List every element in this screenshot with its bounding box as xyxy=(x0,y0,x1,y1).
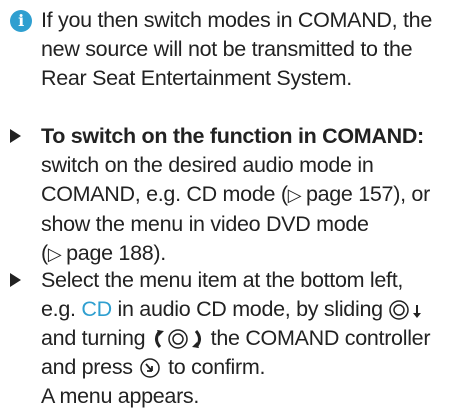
step2-line2b: in audio CD mode, by sliding xyxy=(111,297,383,321)
step2-line1: Select the menu item at the bottom left, xyxy=(41,268,404,292)
page-ref-157[interactable]: page 157 xyxy=(306,182,394,206)
step1-line1: switch on the desired audio mode in xyxy=(41,153,374,177)
step1-line4a: ( xyxy=(41,241,48,265)
step-switch-on-text: To switch on the function in COMAND: swi… xyxy=(41,122,455,269)
controller-press-icon xyxy=(140,358,161,379)
info-icon: i xyxy=(10,10,32,32)
step2-line2a: e.g. xyxy=(41,297,82,321)
step-arrow-icon xyxy=(10,129,21,143)
step-select-menu-text: Select the menu item at the bottom left,… xyxy=(41,266,455,411)
cd-menu-item: CD xyxy=(81,297,112,321)
step-select-menu: Select the menu item at the bottom left,… xyxy=(10,266,455,411)
step2-result: A menu appears. xyxy=(41,384,200,408)
step2-line4a: and press xyxy=(41,355,133,379)
page-ref-188[interactable]: page 188 xyxy=(66,241,154,265)
step1-line2b: ), or xyxy=(393,182,430,206)
page-ref-icon: ▷ xyxy=(287,185,306,205)
step1-line3: show the menu in video DVD mode xyxy=(41,212,369,236)
step2-line3b: the COMAND controller xyxy=(210,326,431,350)
info-note: i If you then switch modes in COMAND, th… xyxy=(10,6,455,93)
page-ref-icon: ▷ xyxy=(47,244,67,264)
step2-line4b: to confirm. xyxy=(168,355,266,379)
step-heading: To switch on the function in COMAND: xyxy=(41,124,424,148)
controller-turn-icon xyxy=(154,329,201,350)
manual-page: i If you then switch modes in COMAND, th… xyxy=(0,0,462,409)
step2-line3a: and turning xyxy=(41,326,146,350)
step1-line4b: ). xyxy=(153,241,166,265)
step-arrow-icon xyxy=(10,273,21,287)
controller-slide-down-icon xyxy=(389,300,422,321)
step1-line2: COMAND, e.g. CD mode ( xyxy=(41,182,288,206)
info-note-text: If you then switch modes in COMAND, the … xyxy=(41,8,432,90)
step-switch-on: To switch on the function in COMAND: swi… xyxy=(10,122,455,269)
